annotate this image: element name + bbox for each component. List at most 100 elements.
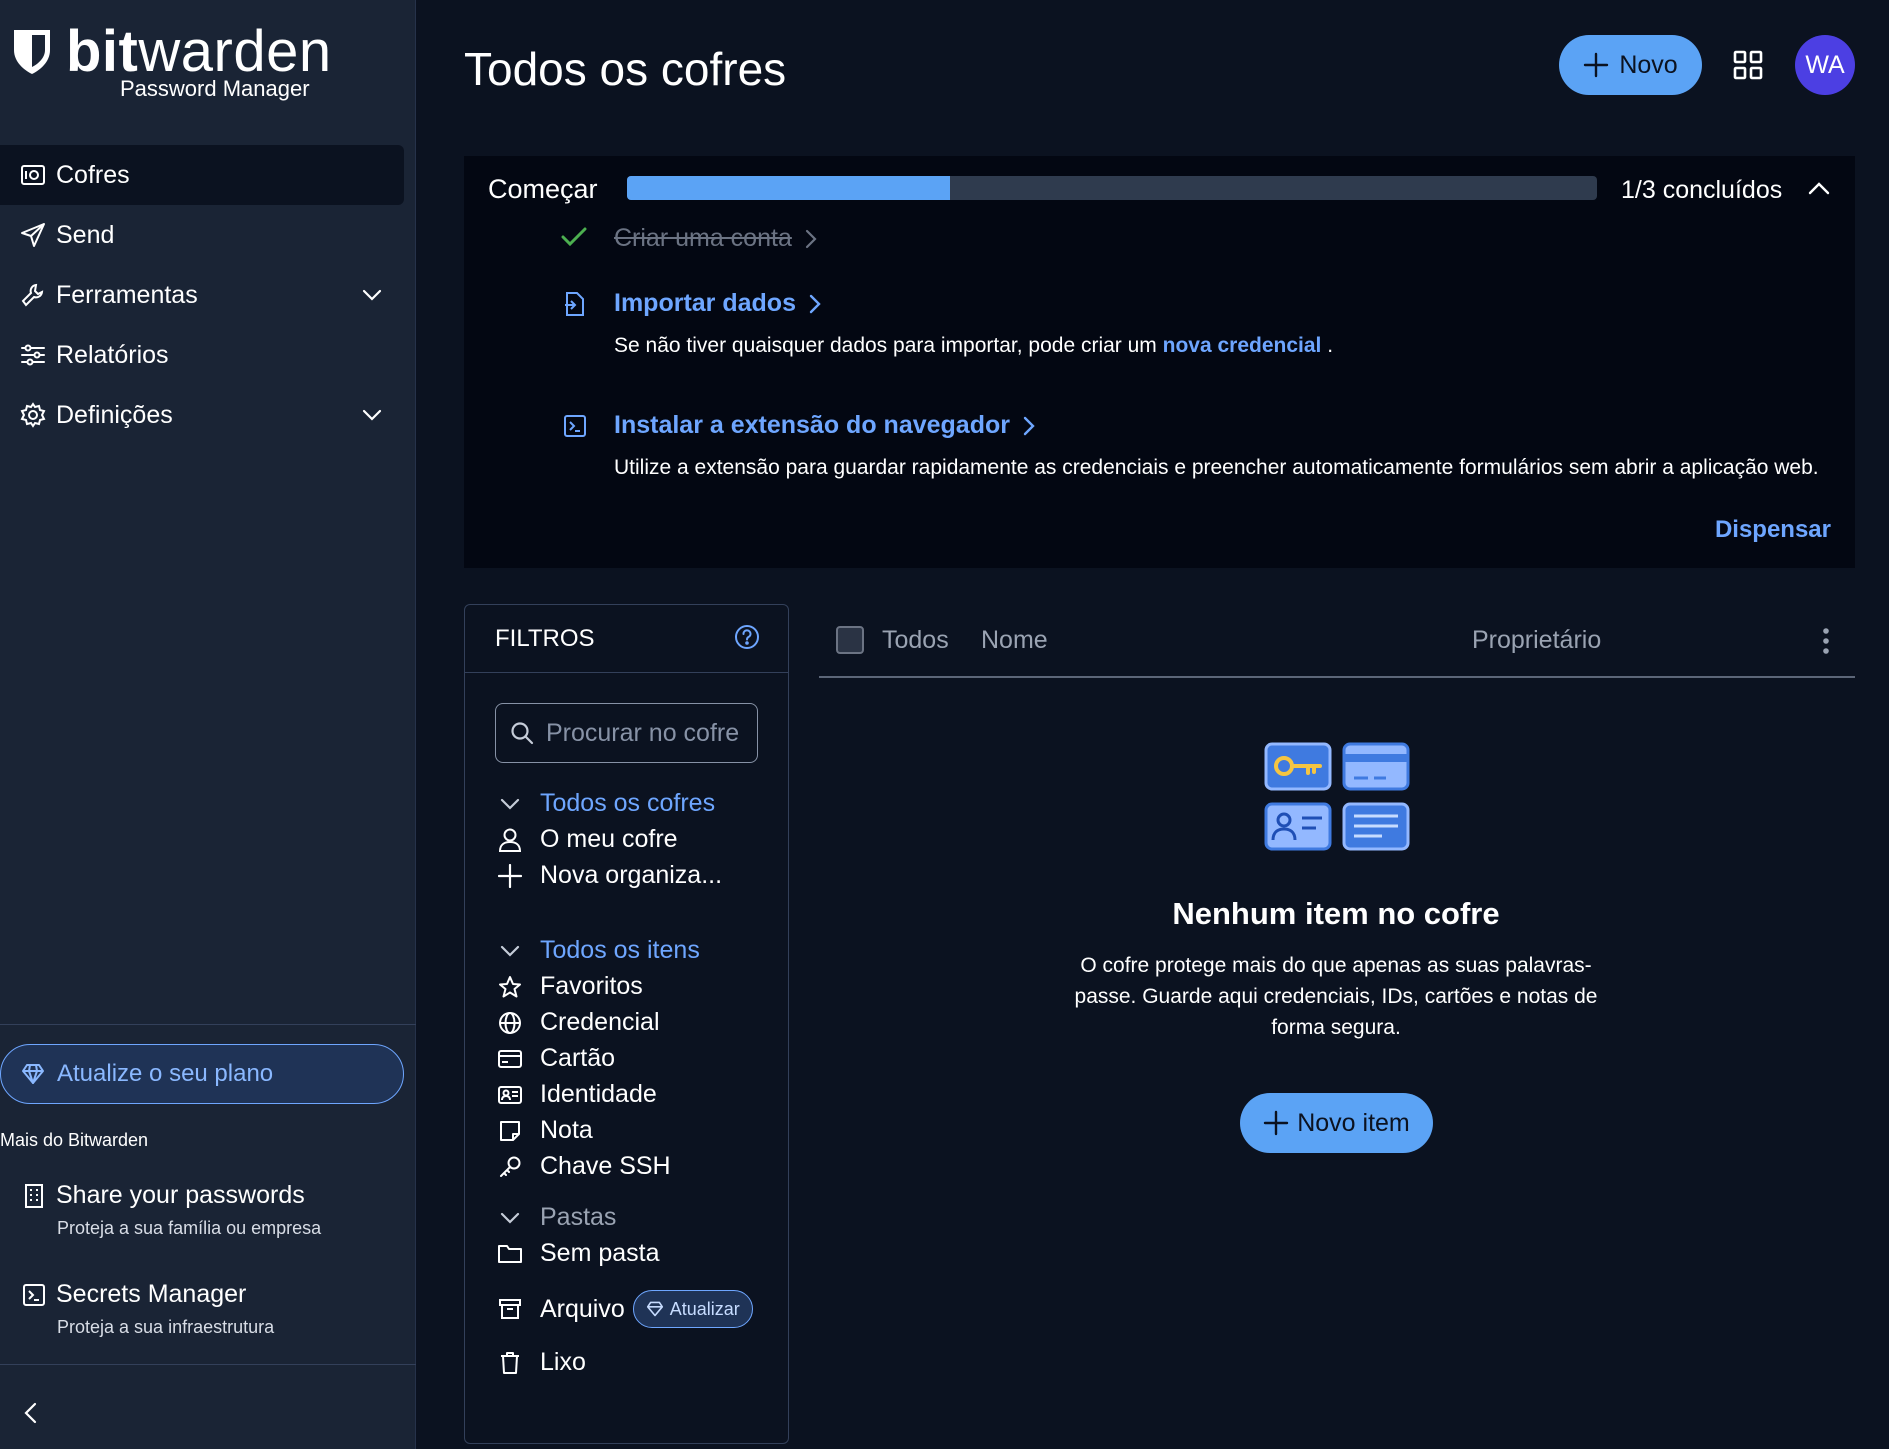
sidebar-item-label: Definições xyxy=(56,400,173,429)
diamond-icon xyxy=(21,1063,45,1085)
new-item-button[interactable]: Novo item xyxy=(1240,1093,1433,1153)
step-extension-description: Utilize a extensão para guardar rapidame… xyxy=(614,456,1819,479)
filter-new-organization[interactable]: Nova organiza... xyxy=(497,861,722,890)
upgrade-badge[interactable]: Atualizar xyxy=(632,1290,753,1328)
star-icon xyxy=(497,974,523,1000)
chevron-down-icon[interactable] xyxy=(360,283,384,307)
sidebar-item-send[interactable]: Send xyxy=(0,205,404,265)
more-options-icon[interactable] xyxy=(1820,626,1832,656)
filter-card[interactable]: Cartão xyxy=(497,1044,615,1073)
promo-title: Share your passwords xyxy=(56,1181,305,1209)
filter-my-vault[interactable]: O meu cofre xyxy=(497,825,678,854)
filters-title: FILTROS xyxy=(495,624,595,652)
diamond-icon xyxy=(646,1300,664,1318)
sidebar-item-label: Send xyxy=(56,220,115,249)
step-import-data[interactable]: Importar dados xyxy=(614,289,822,318)
import-file-icon xyxy=(563,291,585,317)
new-login-link[interactable]: nova credencial xyxy=(1163,334,1322,357)
promo-subtitle: Proteja a sua infraestrutura xyxy=(57,1317,275,1337)
vault-icon xyxy=(20,162,46,188)
help-icon[interactable] xyxy=(734,624,760,650)
archive-icon xyxy=(497,1296,523,1322)
chevron-down-icon xyxy=(497,791,523,817)
empty-state-title: Nenhum item no cofre xyxy=(1172,896,1500,931)
send-icon xyxy=(20,222,46,248)
filter-folders[interactable]: Pastas xyxy=(497,1203,616,1232)
progress-count: 1/3 concluídos xyxy=(1621,176,1783,204)
step-create-account[interactable]: Criar uma conta xyxy=(614,224,818,253)
vault-table-header: Todos Nome Proprietário xyxy=(819,604,1855,678)
promo-subtitle: Proteja a sua família ou empresa xyxy=(57,1218,322,1238)
upgrade-plan-button[interactable]: Atualize o seu plano xyxy=(0,1044,404,1104)
filters-panel: FILTROS Todos os cofres O meu cofre Nova… xyxy=(464,604,789,1444)
new-button-label: Novo xyxy=(1619,50,1678,79)
sidebar-item-relatorios[interactable]: Relatórios xyxy=(0,325,404,385)
column-all[interactable]: Todos xyxy=(882,626,949,655)
shield-logo-icon xyxy=(12,28,52,76)
key-icon xyxy=(497,1154,523,1180)
bitwarden-logo[interactable]: bitwarden Password Manager xyxy=(12,20,332,104)
id-card-icon xyxy=(497,1082,523,1108)
sidebar-item-label: Ferramentas xyxy=(56,280,198,309)
user-icon xyxy=(497,827,523,853)
select-all-checkbox[interactable] xyxy=(836,626,864,654)
chevron-down-icon xyxy=(497,938,523,964)
filter-all-items[interactable]: Todos os itens xyxy=(497,936,700,965)
filter-ssh-key[interactable]: Chave SSH xyxy=(497,1152,671,1181)
promo-secrets-manager[interactable]: Secrets Manager Proteja a sua infraestru… xyxy=(22,1280,402,1338)
filters-header: FILTROS xyxy=(465,605,788,673)
filter-favorites[interactable]: Favoritos xyxy=(497,972,643,1001)
chevron-down-icon[interactable] xyxy=(360,403,384,427)
new-button[interactable]: Novo xyxy=(1559,35,1702,95)
divider xyxy=(0,1364,416,1365)
filter-no-folder[interactable]: Sem pasta xyxy=(497,1239,660,1268)
chevron-right-icon xyxy=(808,293,822,315)
sidebar-item-label: Relatórios xyxy=(56,340,169,369)
more-from-bitwarden-title: Mais do Bitwarden xyxy=(0,1130,149,1150)
note-icon xyxy=(497,1118,523,1144)
filter-all-vaults[interactable]: Todos os cofres xyxy=(497,789,715,818)
chevron-right-icon xyxy=(1022,415,1036,437)
plus-icon xyxy=(1583,52,1609,78)
sidebar-item-ferramentas[interactable]: Ferramentas xyxy=(0,265,404,325)
filter-note[interactable]: Nota xyxy=(497,1116,593,1145)
plus-icon xyxy=(497,863,523,889)
globe-icon xyxy=(497,1010,523,1036)
empty-state-description: O cofre protege mais do que apenas as su… xyxy=(1074,954,1598,1039)
filter-identity[interactable]: Identidade xyxy=(497,1080,657,1109)
building-icon xyxy=(22,1183,46,1209)
chevron-up-icon[interactable] xyxy=(1807,178,1831,198)
promo-share-passwords[interactable]: Share your passwords Proteja a sua famíl… xyxy=(22,1181,402,1239)
product-switcher-icon[interactable] xyxy=(1733,50,1763,80)
empty-vault-illustration-icon xyxy=(1264,742,1410,852)
sidebar-nav: Cofres Send Ferramentas Relatórios Defin… xyxy=(0,145,404,445)
avatar[interactable]: WA xyxy=(1795,35,1855,95)
vault-search-field[interactable] xyxy=(495,703,758,763)
step-import-description: Se não tiver quaisquer dados para import… xyxy=(614,334,1334,357)
column-name[interactable]: Nome xyxy=(981,626,1048,655)
gear-icon xyxy=(20,402,46,428)
step-install-extension[interactable]: Instalar a extensão do navegador xyxy=(614,411,1036,440)
trash-icon xyxy=(497,1350,523,1376)
brand-name: bitwarden xyxy=(66,19,332,84)
sidebar-item-cofres[interactable]: Cofres xyxy=(0,145,404,205)
terminal-icon xyxy=(22,1283,46,1307)
getting-started-title: Começar xyxy=(488,174,598,204)
dismiss-button[interactable]: Dispensar xyxy=(1715,516,1831,544)
check-icon xyxy=(561,226,587,248)
sidebar: bitwarden Password Manager Cofres Send F… xyxy=(0,0,416,1449)
filter-trash[interactable]: Lixo xyxy=(497,1348,586,1377)
progress-bar-fill xyxy=(627,176,950,200)
chevron-right-icon xyxy=(804,228,818,250)
chevron-down-icon xyxy=(497,1205,523,1231)
plus-icon xyxy=(1263,1110,1289,1136)
browser-extension-icon xyxy=(563,414,587,438)
filter-login[interactable]: Credencial xyxy=(497,1008,660,1037)
sidebar-item-definicoes[interactable]: Definições xyxy=(0,385,404,445)
wrench-icon xyxy=(20,282,46,308)
filter-archive[interactable]: Arquivo Atualizar xyxy=(497,1290,753,1328)
column-owner[interactable]: Proprietário xyxy=(1472,626,1601,655)
upgrade-plan-label: Atualize o seu plano xyxy=(57,1060,274,1087)
collapse-sidebar-button[interactable] xyxy=(20,1400,42,1426)
search-input[interactable] xyxy=(546,718,746,748)
